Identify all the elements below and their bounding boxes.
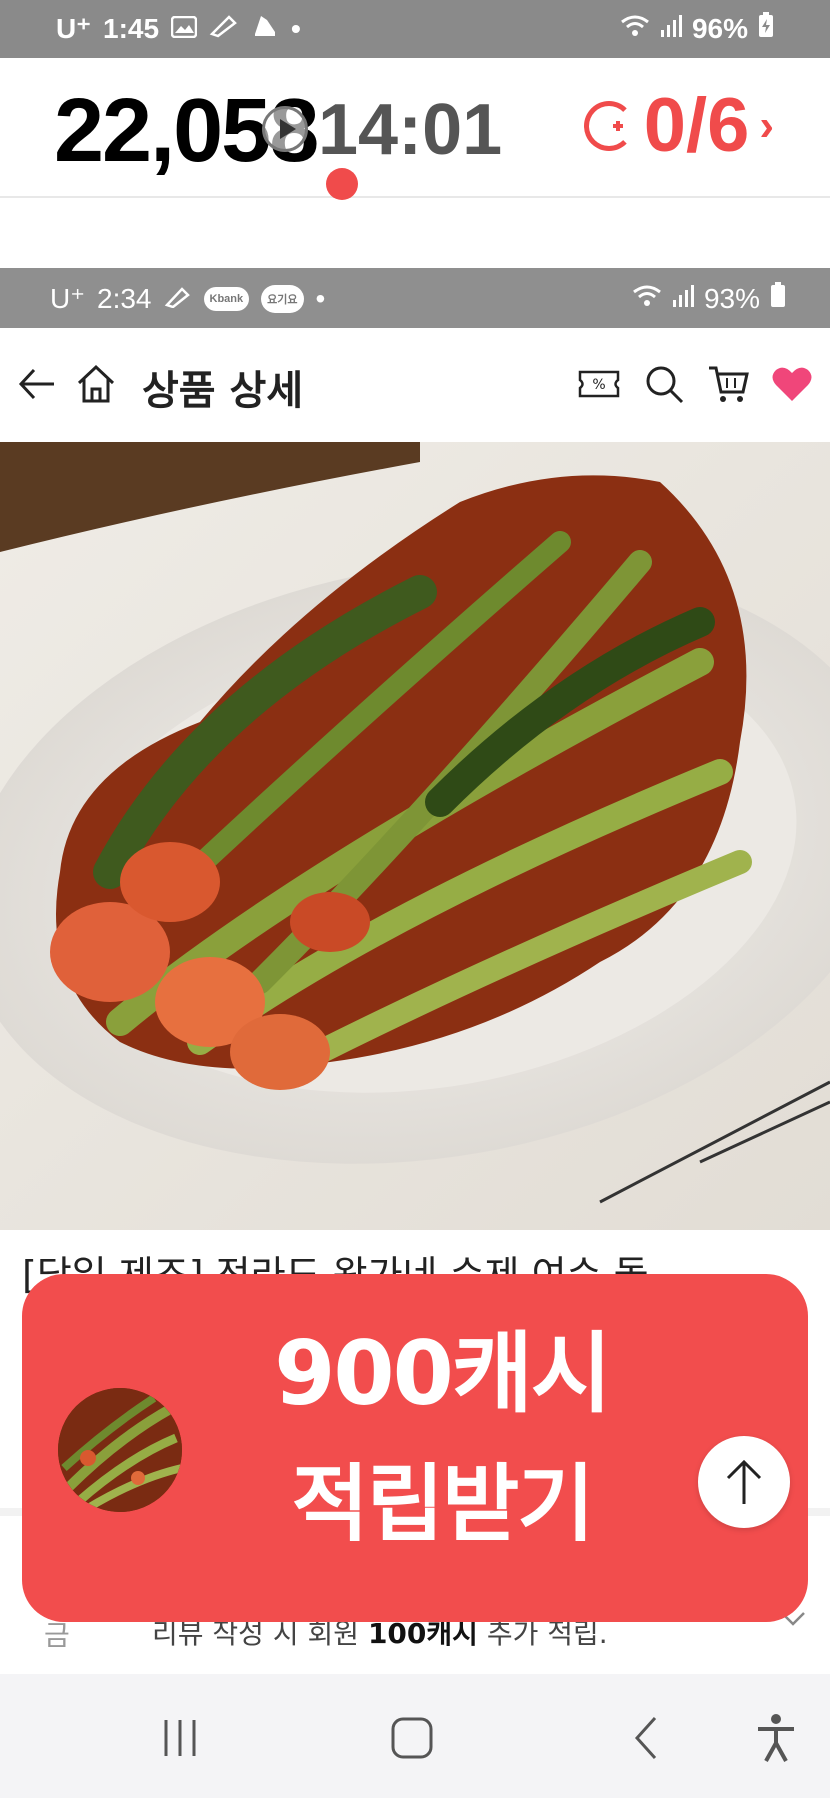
status-dot: • [291, 12, 301, 44]
battery-charging-icon [758, 12, 774, 45]
cash-progress-count: 0/6 [643, 83, 750, 168]
clock: 1:45 [103, 12, 160, 44]
cart-icon[interactable] [706, 362, 750, 406]
inner-clock: 2:34 [97, 282, 152, 314]
play-icon[interactable] [262, 106, 308, 152]
scroll-to-top-button[interactable] [698, 1436, 790, 1528]
chevron-right-icon: › [759, 101, 774, 150]
promo-cash-amount: 900캐시 [274, 1322, 612, 1425]
yogiyo-badge: 요기요 [261, 284, 304, 313]
cash-reward-banner[interactable]: 900캐시 적립받기 [22, 1274, 808, 1622]
overlay-gap [0, 200, 830, 268]
cash-plus-icon [583, 101, 634, 151]
wifi-icon [620, 13, 650, 45]
inner-battery-percent: 93% [703, 282, 760, 314]
battery-icon [770, 282, 786, 315]
promo-claim-label: 적립받기 [291, 1455, 594, 1553]
signal-icon [660, 13, 682, 45]
wifi-icon [632, 283, 662, 315]
signal-icon [672, 283, 694, 315]
recent-apps-icon[interactable] [140, 1710, 220, 1766]
cash-progress-button[interactable]: 0/6 › [583, 83, 774, 168]
heart-icon[interactable] [770, 362, 814, 406]
arrow-up-icon [726, 1459, 762, 1504]
carrier-label: U⁺ [56, 13, 91, 44]
gallery-icon [170, 13, 198, 45]
promo-thumbnail [58, 1388, 182, 1512]
pen-icon [209, 13, 239, 45]
back-nav-icon[interactable] [606, 1710, 686, 1766]
back-arrow-icon[interactable] [16, 362, 60, 406]
timer-readout: 14:01 [318, 90, 503, 170]
search-icon[interactable] [642, 362, 686, 406]
inner-status-dot: • [315, 282, 326, 314]
svg-text:%: % [592, 377, 605, 393]
pen-icon [164, 283, 192, 315]
home-nav-icon[interactable] [372, 1710, 452, 1766]
product-image[interactable] [0, 442, 830, 1230]
accessibility-icon[interactable] [736, 1710, 816, 1766]
app-header: 상품 상세 % [0, 328, 830, 440]
page-title: 상품 상세 [142, 368, 304, 414]
inner-carrier-label: U⁺ [50, 283, 85, 314]
battery-percent: 96% [691, 12, 748, 44]
reward-overlay-bar: 22,058 14:01 0/6 › [0, 58, 830, 200]
record-dot-icon [326, 168, 358, 200]
coupon-icon[interactable]: % [578, 362, 620, 406]
sneaker-icon [251, 12, 279, 45]
home-icon[interactable] [74, 362, 118, 406]
outer-status-bar: U⁺ 1:45 • 96% [0, 0, 830, 58]
inner-status-bar: U⁺ 2:34 Kbank 요기요 • 93% [0, 268, 830, 328]
system-nav-bar [0, 1674, 830, 1798]
kbank-badge: Kbank [203, 286, 250, 311]
